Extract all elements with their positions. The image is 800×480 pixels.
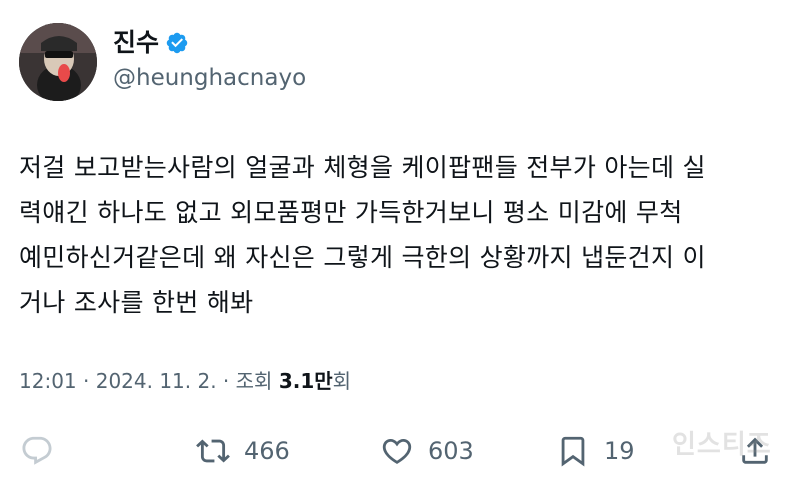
retweet-button[interactable]: 466 bbox=[196, 426, 290, 476]
heart-icon bbox=[382, 438, 412, 464]
avatar-image bbox=[19, 23, 97, 101]
retweet-count: 466 bbox=[244, 437, 290, 465]
tweet-text-line: 예민하신거같은데 왜 자신은 그렇게 극한의 상황까지 냅둔건지 이 bbox=[19, 243, 706, 272]
bookmark-count: 19 bbox=[604, 437, 635, 465]
reply-button[interactable] bbox=[20, 426, 54, 476]
author-name-row[interactable]: 진수 bbox=[113, 28, 189, 58]
tweet-text-line: 력얘긴 하나도 없고 외모품평만 가득한거보니 평소 미감에 무척 bbox=[19, 198, 683, 227]
tweet-text-line: 거나 조사를 한번 해봐 bbox=[19, 288, 254, 317]
author-display-name[interactable]: 진수 bbox=[113, 28, 159, 58]
avatar[interactable] bbox=[19, 23, 97, 101]
tweet-text-line: 저걸 보고받는사람의 얼굴과 체형을 케이팝팬들 전부가 아는데 실 bbox=[19, 153, 706, 182]
meta-separator: · bbox=[216, 369, 236, 393]
tweet-text: 저걸 보고받는사람의 얼굴과 체형을 케이팝팬들 전부가 아는데 실 력얘긴 하… bbox=[19, 145, 779, 325]
like-count: 603 bbox=[428, 437, 474, 465]
views-suffix: 회 bbox=[332, 369, 352, 393]
bookmark-icon bbox=[561, 436, 585, 467]
author-handle[interactable]: @heunghacnayo bbox=[113, 62, 306, 94]
bookmark-button[interactable]: 19 bbox=[556, 426, 635, 476]
views-count: 3.1만 bbox=[278, 369, 333, 393]
verified-badge-icon bbox=[166, 32, 188, 54]
like-button[interactable]: 603 bbox=[380, 426, 474, 476]
meta-separator: · bbox=[76, 369, 96, 393]
tweet-date[interactable]: 2024. 11. 2. bbox=[96, 369, 217, 393]
views-label: 조회 bbox=[235, 369, 279, 393]
reply-icon bbox=[22, 436, 52, 465]
tweet-meta: 12:01 · 2024. 11. 2. · 조회 3.1만회 bbox=[19, 366, 351, 396]
tweet-time[interactable]: 12:01 bbox=[19, 369, 77, 393]
retweet-icon bbox=[196, 439, 230, 463]
watermark: 인스티즈 bbox=[672, 430, 772, 460]
